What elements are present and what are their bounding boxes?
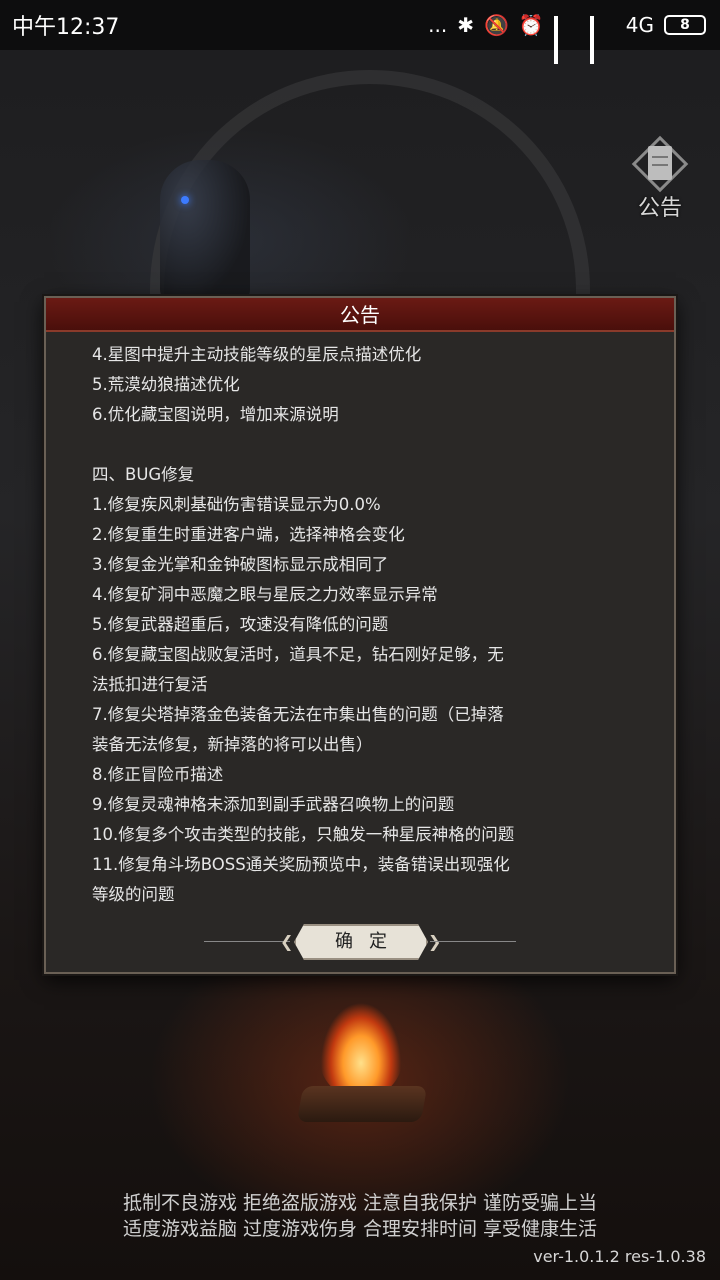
content-line: 9.修复灵魂神格未添加到副手武器召唤物上的问题 (92, 795, 455, 814)
content-heading: 四、BUG修复 (92, 465, 195, 484)
version-text: ver-1.0.1.2 res-1.0.38 (533, 1247, 706, 1266)
background-figure (160, 160, 250, 300)
more-dots: ... (428, 13, 448, 37)
status-icons: ... ✱ 🔕 ⏰ 4G 8 (428, 13, 706, 64)
alarm-icon: ⏰ (518, 13, 544, 37)
signal-hd-icon (589, 16, 616, 64)
content-line: 5.修复武器超重后，攻速没有降低的问题 (92, 615, 389, 634)
battery-icon: 8 (664, 15, 706, 35)
confirm-button[interactable]: 确定 (294, 924, 428, 960)
ornament-icon: ❯ (428, 932, 442, 951)
notice-scroll-icon (631, 135, 689, 193)
bluetooth-icon: ✱ (457, 13, 474, 37)
status-time: 中午12:37 (12, 15, 120, 40)
health-notice-line2: 适度游戏益脑 过度游戏伤身 合理安排时间 享受健康生活 (122, 1218, 598, 1240)
network-type: 4G (625, 13, 654, 37)
campfire-logs (296, 1086, 428, 1122)
campfire-flame (318, 986, 404, 1096)
notice-button[interactable]: 公告 (622, 135, 698, 222)
confirm-row: ❮ 确定 ❯ (0, 924, 720, 960)
content-line: 3.修复金光掌和金钟破图标显示成相同了 (92, 555, 389, 574)
content-line: 6.修复藏宝图战败复活时，道具不足，钻石刚好足够，无 (92, 645, 504, 664)
content-line: 5.荒漠幼狼描述优化 (92, 375, 240, 394)
content-line: 1.修复疾风刺基础伤害错误显示为0.0% (92, 495, 381, 514)
content-line: 4.星图中提升主动技能等级的星辰点描述优化 (92, 345, 422, 364)
content-line: 11.修复角斗场BOSS通关奖励预览中，装备错误出现强化 (92, 855, 510, 874)
signal-icon (553, 16, 580, 64)
mute-icon: 🔕 (483, 13, 509, 37)
figure-eye (181, 196, 189, 204)
content-line: 8.修正冒险币描述 (92, 765, 224, 784)
content-line: 装备无法修复，新掉落的将可以出售） (92, 735, 373, 754)
content-line: 2.修复重生时重进客户端，选择神格会变化 (92, 525, 405, 544)
dialog-content[interactable]: 4.星图中提升主动技能等级的星辰点描述优化 5.荒漠幼狼描述优化 6.优化藏宝图… (92, 340, 652, 910)
content-line: 10.修复多个攻击类型的技能，只触发一种星辰神格的问题 (92, 825, 515, 844)
content-line: 4.修复矿洞中恶魔之眼与星辰之力效率显示异常 (92, 585, 438, 604)
ornament-icon: ❮ (280, 932, 294, 951)
content-line: 6.优化藏宝图说明，增加来源说明 (92, 405, 339, 424)
dialog-title: 公告 (46, 298, 674, 332)
health-notice-line1: 抵制不良游戏 拒绝盗版游戏 注意自我保护 谨防受骗上当 (122, 1192, 598, 1214)
content-line: 7.修复尖塔掉落金色装备无法在市集出售的问题（已掉落 (92, 705, 504, 724)
notice-button-label: 公告 (637, 196, 682, 221)
status-bar: 中午12:37 ... ✱ 🔕 ⏰ 4G 8 (0, 0, 720, 64)
divider (430, 941, 516, 942)
content-line: 等级的问题 (92, 885, 175, 904)
divider (204, 941, 290, 942)
content-line: 法抵扣进行复活 (92, 675, 208, 694)
announcement-dialog: 公告 4.星图中提升主动技能等级的星辰点描述优化 5.荒漠幼狼描述优化 6.优化… (44, 296, 676, 974)
health-notice: 抵制不良游戏 拒绝盗版游戏 注意自我保护 谨防受骗上当 适度游戏益脑 过度游戏伤… (0, 1190, 720, 1242)
